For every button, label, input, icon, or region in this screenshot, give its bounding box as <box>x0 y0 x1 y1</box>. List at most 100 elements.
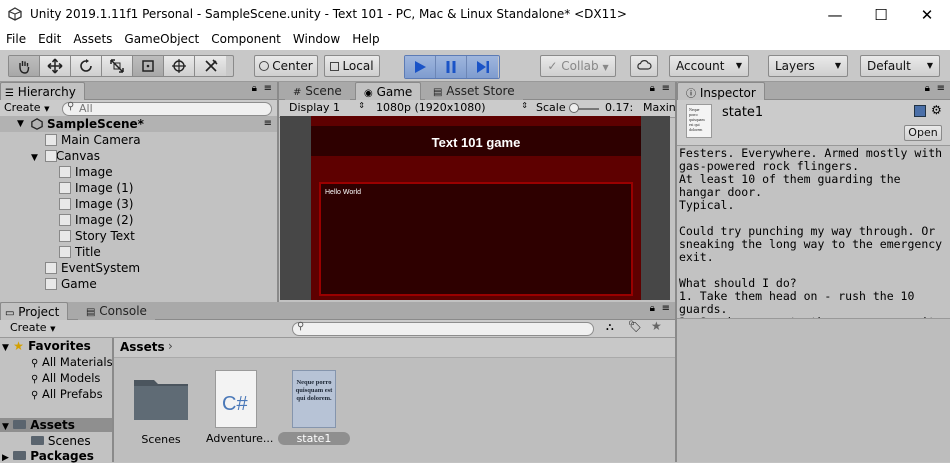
scene-name: SampleScene* <box>47 117 144 131</box>
item-label: Image (1) <box>75 181 134 195</box>
hierarchy-search-input[interactable]: ⚲ All <box>62 101 272 116</box>
panel-menu-icon[interactable]: ≡ <box>662 83 670 94</box>
favorite-item[interactable]: ⚲ All Materials <box>31 355 113 369</box>
settings-gear-icon[interactable]: ⚙ <box>931 103 942 117</box>
search-icon: ⚲ <box>31 358 39 369</box>
rect-tool-icon[interactable] <box>133 56 164 76</box>
lock-icon[interactable]: 🔒︎ <box>925 83 930 94</box>
unity-logo-icon <box>8 7 22 21</box>
menu-gameobject[interactable]: GameObject <box>118 30 205 50</box>
menu-window[interactable]: Window <box>287 30 346 50</box>
lock-icon[interactable]: 🔒︎ <box>650 303 655 314</box>
resolution-dropdown[interactable]: 1080p (1920x1080) ⇕ <box>376 101 528 114</box>
tab-console[interactable]: ▤ Console <box>78 302 155 320</box>
cloud-services-button[interactable] <box>630 55 658 77</box>
transform-tool-icon[interactable] <box>164 56 195 76</box>
menu-file[interactable]: File <box>0 30 32 50</box>
asset-item-script[interactable]: C# Adventure... <box>206 370 273 445</box>
maximize-on-play-toggle[interactable]: Maxin <box>643 101 675 114</box>
tab-asset-store[interactable]: ▤ Asset Store <box>425 82 523 100</box>
menu-assets[interactable]: Assets <box>67 30 118 50</box>
asset-item-folder[interactable]: Scenes <box>130 372 192 446</box>
pivot-label: Center <box>272 59 313 73</box>
tab-hierarchy[interactable]: ☰ Hierarchy <box>0 82 85 100</box>
panel-menu-icon[interactable]: ≡ <box>264 83 272 94</box>
scale-slider-thumb[interactable] <box>569 103 579 113</box>
tab-game[interactable]: ◉ Game <box>355 82 422 100</box>
filter-type-icon[interactable]: ⛬ <box>606 320 614 334</box>
breadcrumb-assets[interactable]: Assets <box>120 340 165 354</box>
folder-icon <box>31 436 44 445</box>
project-create-dropdown[interactable]: Create ▼ <box>10 321 55 334</box>
hierarchy-item[interactable]: Image (2) <box>59 212 133 228</box>
tab-scene[interactable]: # Scene <box>285 82 350 100</box>
pivot-center-toggle[interactable]: Center <box>254 55 318 77</box>
open-button[interactable]: Open <box>904 125 942 141</box>
hierarchy-create-dropdown[interactable]: Create ▼ <box>4 101 49 114</box>
asset-item-text[interactable]: Neque porro quisquam est qui dolorem. st… <box>278 370 350 445</box>
hierarchy-item[interactable]: EventSystem <box>45 260 140 276</box>
assets-root-row[interactable]: ▼ Assets <box>0 418 112 432</box>
minimize-button[interactable]: — <box>812 0 858 30</box>
expand-arrow-icon[interactable]: ▼ <box>31 153 38 163</box>
hierarchy-header: ☰ Hierarchy 🔒︎ ≡ <box>0 82 277 100</box>
hierarchy-item[interactable]: Story Text <box>59 228 135 244</box>
project-search-input[interactable]: ⚲ <box>292 321 594 336</box>
hierarchy-item[interactable]: Image (1) <box>59 180 133 196</box>
menu-component[interactable]: Component <box>205 30 287 50</box>
space-label: Local <box>342 59 374 73</box>
custom-tool-icon[interactable] <box>195 56 226 76</box>
hierarchy-icon: ☰ <box>5 88 14 99</box>
inspector-empty-area <box>677 319 950 462</box>
scene-row[interactable]: ▼ SampleScene* ≡ <box>0 116 277 132</box>
maximize-button[interactable]: ☐ <box>858 0 904 30</box>
play-button[interactable] <box>405 56 436 78</box>
menu-edit[interactable]: Edit <box>32 30 67 50</box>
hand-tool-icon[interactable] <box>9 56 40 76</box>
menu-help[interactable]: Help <box>346 30 385 50</box>
hierarchy-item[interactable]: Image <box>59 164 113 180</box>
expand-arrow-icon[interactable]: ▼ <box>2 422 9 432</box>
assets-child-row[interactable]: Scenes <box>31 434 91 448</box>
gameobject-icon <box>45 150 57 162</box>
pause-button[interactable] <box>436 56 467 78</box>
close-button[interactable]: ✕ <box>904 0 950 30</box>
collab-dropdown[interactable]: ✓ Collab ▼ <box>540 55 616 77</box>
scene-tab-icon: # <box>293 87 302 98</box>
pivot-local-toggle[interactable]: Local <box>324 55 380 77</box>
favorite-star-icon[interactable]: ★ <box>651 319 662 333</box>
asset-name: state1 <box>722 105 764 120</box>
layers-dropdown[interactable]: Layers ▼ <box>768 55 848 77</box>
expand-arrow-icon[interactable]: ▼ <box>2 343 9 353</box>
favorite-item[interactable]: ⚲ All Prefabs <box>31 387 103 401</box>
hierarchy-item[interactable]: ▼ Canvas <box>31 148 100 164</box>
item-label: Game <box>61 277 97 291</box>
item-label: Image (3) <box>75 197 134 211</box>
hierarchy-item[interactable]: Game <box>45 276 97 292</box>
hierarchy-item[interactable]: Title <box>59 244 101 260</box>
scale-tool-icon[interactable] <box>102 56 133 76</box>
panel-menu-icon[interactable]: ≡ <box>662 303 670 314</box>
rotate-tool-icon[interactable] <box>71 56 102 76</box>
hierarchy-item[interactable]: Image (3) <box>59 196 133 212</box>
lock-icon[interactable]: 🔒︎ <box>252 83 257 94</box>
account-dropdown[interactable]: Account ▼ <box>669 55 749 77</box>
favorites-row[interactable]: ▼ ★ Favorites <box>2 339 91 353</box>
favorite-item[interactable]: ⚲ All Models <box>31 371 100 385</box>
hierarchy-item[interactable]: Main Camera <box>45 132 141 148</box>
expand-arrow-icon[interactable]: ▼ <box>17 116 24 132</box>
dropdown-arrow-icon: ▼ <box>834 61 841 70</box>
lock-icon[interactable]: 🔒︎ <box>650 83 655 94</box>
tab-inspector[interactable]: ⓘ Inspector <box>677 82 765 100</box>
help-book-icon[interactable] <box>914 105 926 117</box>
step-button[interactable] <box>467 56 498 78</box>
move-tool-icon[interactable] <box>40 56 71 76</box>
panel-menu-icon[interactable]: ≡ <box>937 83 945 94</box>
filter-label-icon[interactable]: 🏷︎ <box>628 320 642 333</box>
game-view-viewport[interactable]: Text 101 game Hello World <box>280 116 670 300</box>
scene-menu-icon[interactable]: ≡ <box>264 116 272 132</box>
tab-project[interactable]: ▭ Project <box>0 302 69 320</box>
packages-row[interactable]: ▶ Packages <box>2 449 94 463</box>
display-dropdown[interactable]: Display 1 ⇕ <box>289 101 369 114</box>
layout-dropdown[interactable]: Default ▼ <box>860 55 940 77</box>
